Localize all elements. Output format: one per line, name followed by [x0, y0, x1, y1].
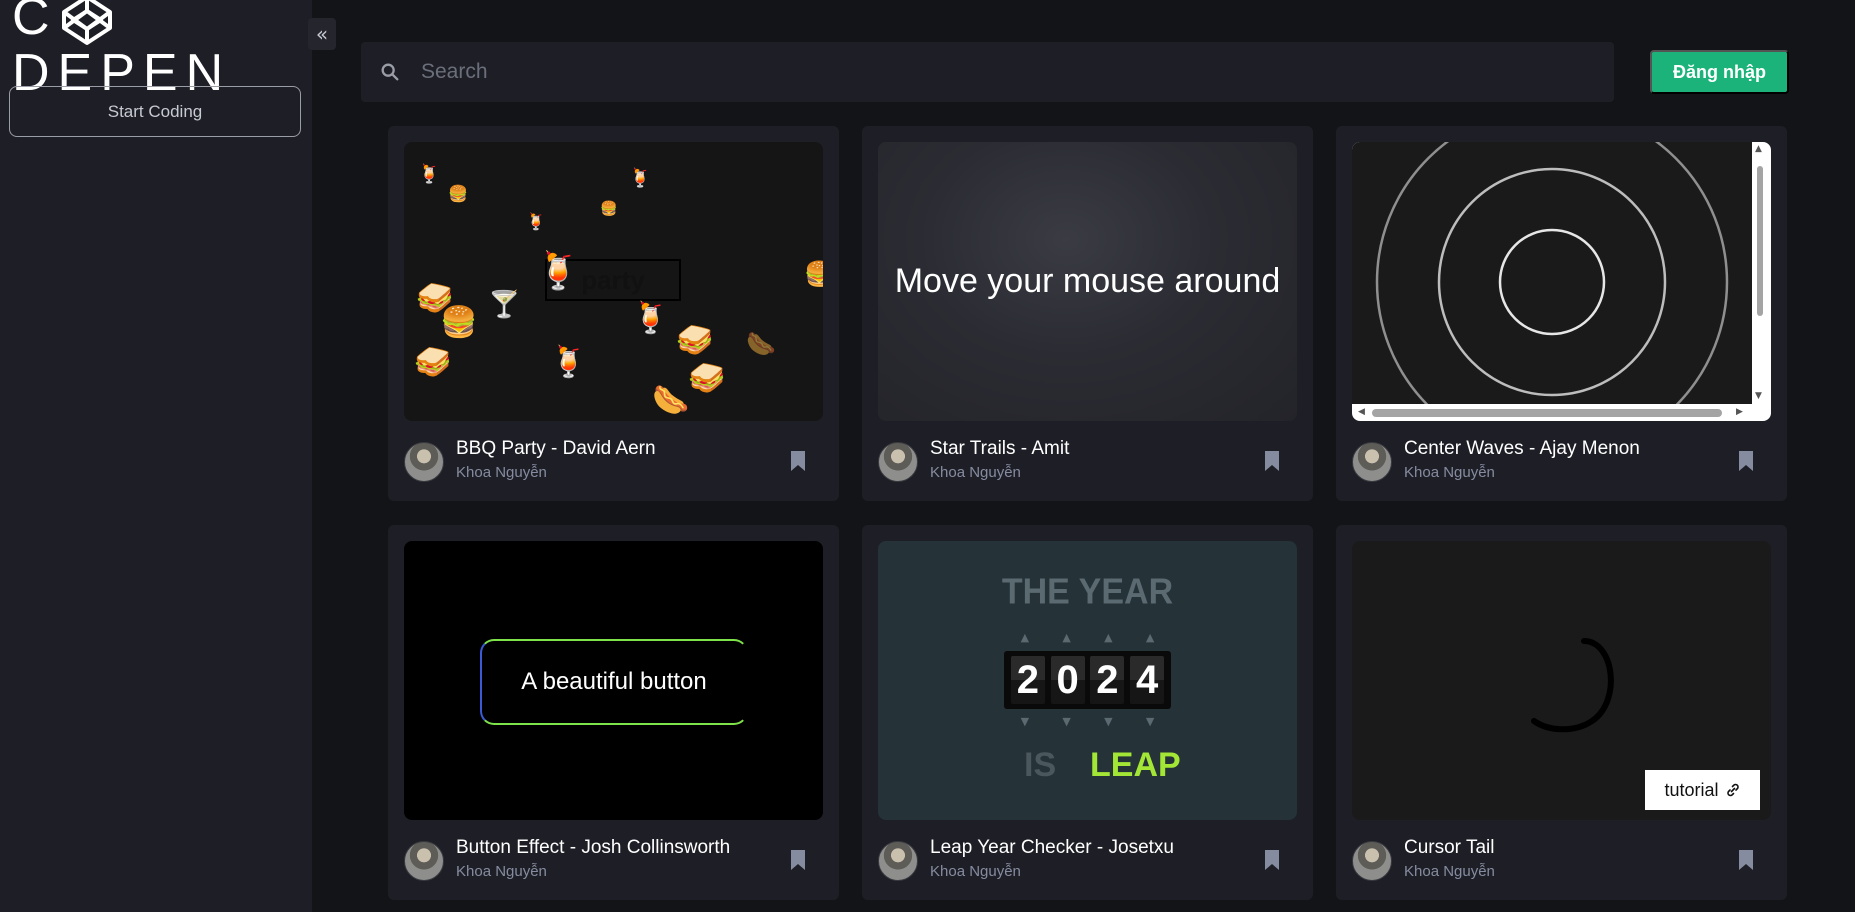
pen-card[interactable]: A beautiful button Button Effect - Josh …	[388, 525, 839, 900]
vertical-scrollbar[interactable]: ▲ ▼	[1755, 144, 1765, 403]
horizontal-scrollbar[interactable]: ◀ ▶	[1352, 406, 1752, 420]
card-title[interactable]: Cursor Tail	[1404, 837, 1494, 859]
decrement-arrows: ▼ ▼ ▼ ▼	[1020, 715, 1155, 728]
scroll-left-icon[interactable]: ◀	[1358, 407, 1365, 417]
cocktail-emoji: 🍹	[536, 251, 581, 292]
cocktail-emoji: 🍹	[632, 301, 670, 336]
avatar[interactable]	[878, 442, 918, 482]
login-button[interactable]: Đăng nhập	[1650, 50, 1789, 94]
bookmark-icon[interactable]	[1263, 449, 1281, 473]
cocktail-emoji: 🍹	[418, 164, 441, 185]
double-chevron-left-icon: «	[315, 22, 329, 46]
leap-result: LEAP	[1090, 746, 1181, 784]
hotdog-emoji: 🌭	[652, 383, 690, 418]
burger-emoji: 🍔	[448, 184, 468, 203]
scroll-thumb[interactable]	[1757, 166, 1763, 316]
scroll-up-icon[interactable]: ▲	[1755, 144, 1762, 154]
year-digit: 4	[1130, 656, 1165, 704]
card-author[interactable]: Khoa Nguyễn	[930, 863, 1021, 880]
pen-card[interactable]: Move your mouse around Star Trails - Ami…	[862, 126, 1313, 501]
pen-preview[interactable]: A beautiful button	[404, 541, 823, 820]
card-author[interactable]: Khoa Nguyễn	[456, 464, 547, 481]
card-title[interactable]: BBQ Party - David Aern	[456, 438, 656, 460]
year-digit: 2	[1090, 656, 1125, 704]
pen-card[interactable]: ▲ ▼ ◀ ▶ Center Waves - Ajay Menon Khoa N…	[1336, 126, 1787, 501]
card-footer: BBQ Party - David Aern Khoa Nguyễn	[404, 438, 823, 482]
scroll-right-icon[interactable]: ▶	[1736, 407, 1743, 417]
avatar[interactable]	[404, 442, 444, 482]
bookmark-icon[interactable]	[1737, 449, 1755, 473]
card-footer: Center Waves - Ajay Menon Khoa Nguyễn	[1352, 438, 1771, 482]
burger-emoji: 🍔	[440, 305, 478, 340]
bookmark-icon[interactable]	[1263, 848, 1281, 872]
avatar[interactable]	[878, 841, 918, 881]
hotdog-emoji: 🌭	[746, 330, 776, 358]
card-footer: Button Effect - Josh Collinsworth Khoa N…	[404, 837, 823, 881]
cocktail-emoji: 🍹	[629, 168, 652, 189]
waves-canvas	[1352, 142, 1752, 404]
beautiful-button: A beautiful button	[480, 639, 748, 725]
card-footer: Star Trails - Amit Khoa Nguyễn	[878, 438, 1297, 482]
sidebar: CDEPEN Start Coding	[0, 0, 312, 912]
card-author[interactable]: Khoa Nguyễn	[1404, 464, 1495, 481]
tutorial-label: tutorial	[1664, 779, 1719, 800]
cocktail-emoji: 🍸	[488, 290, 521, 320]
card-author[interactable]: Khoa Nguyễn	[930, 464, 1021, 481]
the-year-heading: THE YEAR	[1001, 572, 1174, 612]
logo-wordmark: CDEPEN	[12, 0, 312, 99]
codepen-cube-icon	[61, 0, 112, 46]
card-title[interactable]: Star Trails - Amit	[930, 438, 1069, 460]
burger-emoji: 🍔	[804, 260, 823, 288]
start-coding-button[interactable]: Start Coding	[9, 86, 301, 137]
sandwich-emoji: 🥪	[688, 361, 726, 396]
bookmark-icon[interactable]	[789, 449, 807, 473]
burger-emoji: 🍔	[600, 201, 618, 217]
preview-text: Move your mouse around	[894, 262, 1281, 300]
link-icon	[1726, 783, 1739, 797]
cocktail-emoji: 🍹	[526, 212, 546, 231]
scroll-thumb[interactable]	[1372, 409, 1722, 417]
pen-preview[interactable]: THE YEAR ▲ ▲ ▲ ▲ 2 0 2 4 ▼ ▼ ▼ ▼ IS LEAP	[878, 541, 1297, 820]
is-label: IS	[1024, 746, 1057, 784]
sandwich-emoji: 🥪	[414, 345, 452, 380]
search-input[interactable]	[421, 60, 1571, 84]
pen-card[interactable]: tutorial Cursor Tail Khoa Nguyễn	[1336, 525, 1787, 900]
card-footer: Cursor Tail Khoa Nguyễn	[1352, 837, 1771, 881]
cocktail-emoji: 🍹	[550, 345, 588, 380]
search-bar[interactable]	[361, 42, 1614, 102]
bookmark-icon[interactable]	[1737, 848, 1755, 872]
search-icon	[381, 63, 399, 81]
card-title[interactable]: Button Effect - Josh Collinsworth	[456, 837, 730, 859]
card-author[interactable]: Khoa Nguyễn	[1404, 863, 1495, 880]
year-flip-counter: 2 0 2 4	[1004, 651, 1171, 709]
card-title[interactable]: Center Waves - Ajay Menon	[1404, 438, 1640, 460]
pen-preview[interactable]: 🍹 🍔 🍹 🍔 🍹 party 🍹 🥪 🍔 🍸 🥪 🍹 🥪 🌭 🍹 🥪 🌭 🍔	[404, 142, 823, 421]
pen-preview[interactable]: tutorial	[1352, 541, 1771, 820]
increment-arrows: ▲ ▲ ▲ ▲	[1020, 631, 1155, 644]
card-title[interactable]: Leap Year Checker - Josetxu	[930, 837, 1174, 859]
pen-preview[interactable]: ▲ ▼ ◀ ▶	[1352, 142, 1771, 421]
card-footer: Leap Year Checker - Josetxu Khoa Nguyễn	[878, 837, 1297, 881]
avatar[interactable]	[1352, 442, 1392, 482]
avatar[interactable]	[404, 841, 444, 881]
collapse-sidebar-button[interactable]: «	[308, 18, 336, 50]
codepen-logo[interactable]: CDEPEN	[12, 0, 312, 99]
pen-card[interactable]: 🍹 🍔 🍹 🍔 🍹 party 🍹 🥪 🍔 🍸 🥪 🍹 🥪 🌭 🍹 🥪 🌭 🍔 …	[388, 126, 839, 501]
scroll-down-icon[interactable]: ▼	[1755, 391, 1762, 401]
year-digit: 0	[1050, 656, 1085, 704]
sandwich-emoji: 🥪	[676, 323, 714, 358]
tutorial-link-button: tutorial	[1645, 770, 1760, 810]
avatar[interactable]	[1352, 841, 1392, 881]
bookmark-icon[interactable]	[789, 848, 807, 872]
pen-preview[interactable]: Move your mouse around	[878, 142, 1297, 421]
pen-card[interactable]: THE YEAR ▲ ▲ ▲ ▲ 2 0 2 4 ▼ ▼ ▼ ▼ IS LEAP Leap …	[862, 525, 1313, 900]
year-digit: 2	[1010, 656, 1045, 704]
card-author[interactable]: Khoa Nguyễn	[456, 863, 547, 880]
